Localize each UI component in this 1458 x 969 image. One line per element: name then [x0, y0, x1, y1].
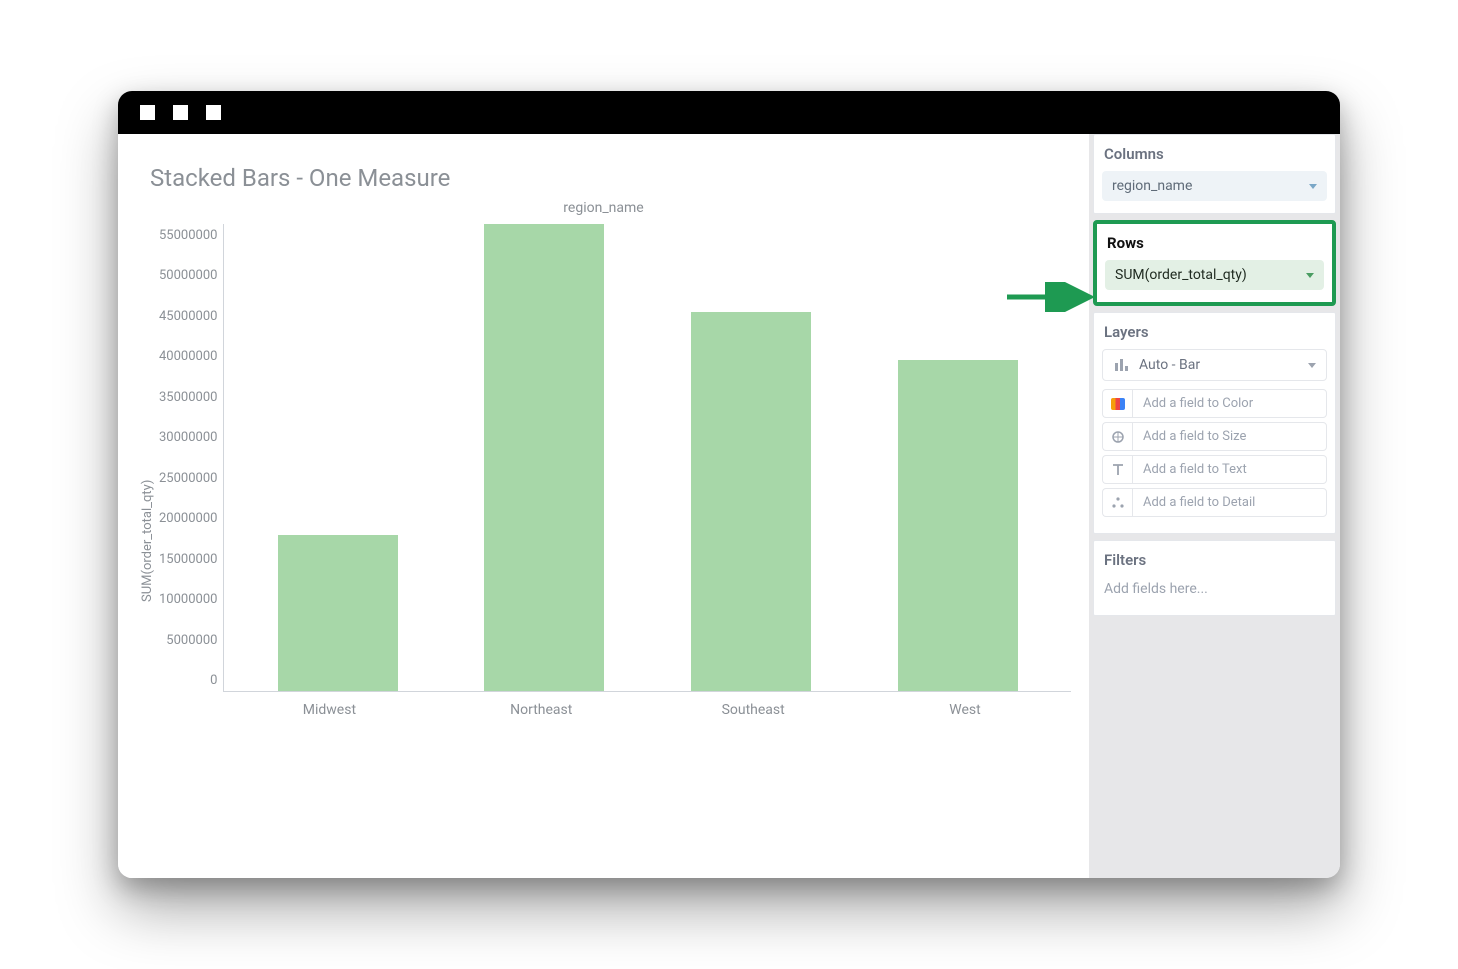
bar[interactable]: [484, 224, 604, 691]
chevron-down-icon: [1306, 273, 1314, 278]
text-field-placeholder: Add a field to Text: [1132, 455, 1327, 484]
window-control-maximize[interactable]: [206, 105, 221, 120]
y-tick: 5000000: [166, 633, 217, 648]
detail-icon: [1102, 488, 1132, 517]
rows-pill[interactable]: SUM(order_total_qty): [1105, 260, 1324, 290]
layer-type-select[interactable]: Auto - Bar: [1102, 349, 1327, 381]
chart-subtitle: region_name: [136, 200, 1071, 216]
content-area: Stacked Bars - One Measure region_name S…: [118, 134, 1340, 878]
y-tick: 30000000: [159, 430, 217, 445]
columns-pill-label: region_name: [1112, 178, 1192, 194]
plot: [223, 224, 1071, 692]
bar[interactable]: [278, 535, 398, 691]
columns-title: Columns: [1102, 145, 1327, 163]
chart-area: SUM(order_total_qty) 55000000 50000000 4…: [136, 224, 1071, 858]
chevron-down-icon: [1309, 184, 1317, 189]
config-sidebar: Columns region_name Rows SUM(order_total…: [1089, 134, 1340, 878]
x-axis-ticks: Midwest Northeast Southeast West: [223, 692, 1071, 718]
y-tick: 45000000: [159, 309, 217, 324]
detail-field-row[interactable]: Add a field to Detail: [1102, 488, 1327, 517]
y-tick: 40000000: [159, 349, 217, 364]
app-window: Stacked Bars - One Measure region_name S…: [118, 91, 1340, 878]
plot-wrap: Midwest Northeast Southeast West: [223, 224, 1071, 858]
y-tick: 50000000: [159, 268, 217, 283]
size-field-row[interactable]: Add a field to Size: [1102, 422, 1327, 451]
text-field-row[interactable]: Add a field to Text: [1102, 455, 1327, 484]
color-field-row[interactable]: Add a field to Color: [1102, 389, 1327, 418]
y-tick: 0: [210, 673, 217, 688]
rows-panel: Rows SUM(order_total_qty): [1093, 220, 1336, 306]
y-axis-label: SUM(order_total_qty): [136, 224, 159, 858]
chevron-down-icon: [1308, 363, 1316, 368]
x-tick: West: [905, 702, 1025, 718]
y-axis-ticks: 55000000 50000000 45000000 40000000 3500…: [159, 228, 223, 688]
y-tick: 25000000: [159, 471, 217, 486]
bar[interactable]: [691, 312, 811, 691]
filters-title: Filters: [1102, 551, 1327, 569]
window-control-minimize[interactable]: [173, 105, 188, 120]
layers-title: Layers: [1102, 323, 1327, 341]
y-tick: 10000000: [159, 592, 217, 607]
y-tick: 20000000: [159, 511, 217, 526]
y-tick: 15000000: [159, 552, 217, 567]
color-icon: [1102, 389, 1132, 418]
filters-placeholder[interactable]: Add fields here...: [1102, 577, 1327, 603]
rows-pill-label: SUM(order_total_qty): [1115, 267, 1247, 283]
window-control-close[interactable]: [140, 105, 155, 120]
main-chart-panel: Stacked Bars - One Measure region_name S…: [118, 134, 1089, 878]
bar-chart-icon: [1113, 357, 1129, 373]
titlebar: [118, 91, 1340, 134]
y-tick: 55000000: [159, 228, 217, 243]
filters-panel: Filters Add fields here...: [1093, 540, 1336, 616]
x-tick: Midwest: [269, 702, 389, 718]
x-tick: Southeast: [693, 702, 813, 718]
y-tick: 35000000: [159, 390, 217, 405]
detail-field-placeholder: Add a field to Detail: [1132, 488, 1327, 517]
layers-panel: Layers Auto - Bar Add a field to Co: [1093, 312, 1336, 534]
columns-pill[interactable]: region_name: [1102, 171, 1327, 201]
bar[interactable]: [898, 360, 1018, 691]
color-field-placeholder: Add a field to Color: [1132, 389, 1327, 418]
chart-title: Stacked Bars - One Measure: [150, 164, 1071, 192]
text-icon: [1102, 455, 1132, 484]
rows-title: Rows: [1105, 234, 1324, 252]
size-field-placeholder: Add a field to Size: [1132, 422, 1327, 451]
x-tick: Northeast: [481, 702, 601, 718]
size-icon: [1102, 422, 1132, 451]
columns-panel: Columns region_name: [1093, 134, 1336, 214]
layer-type-label: Auto - Bar: [1139, 357, 1200, 373]
